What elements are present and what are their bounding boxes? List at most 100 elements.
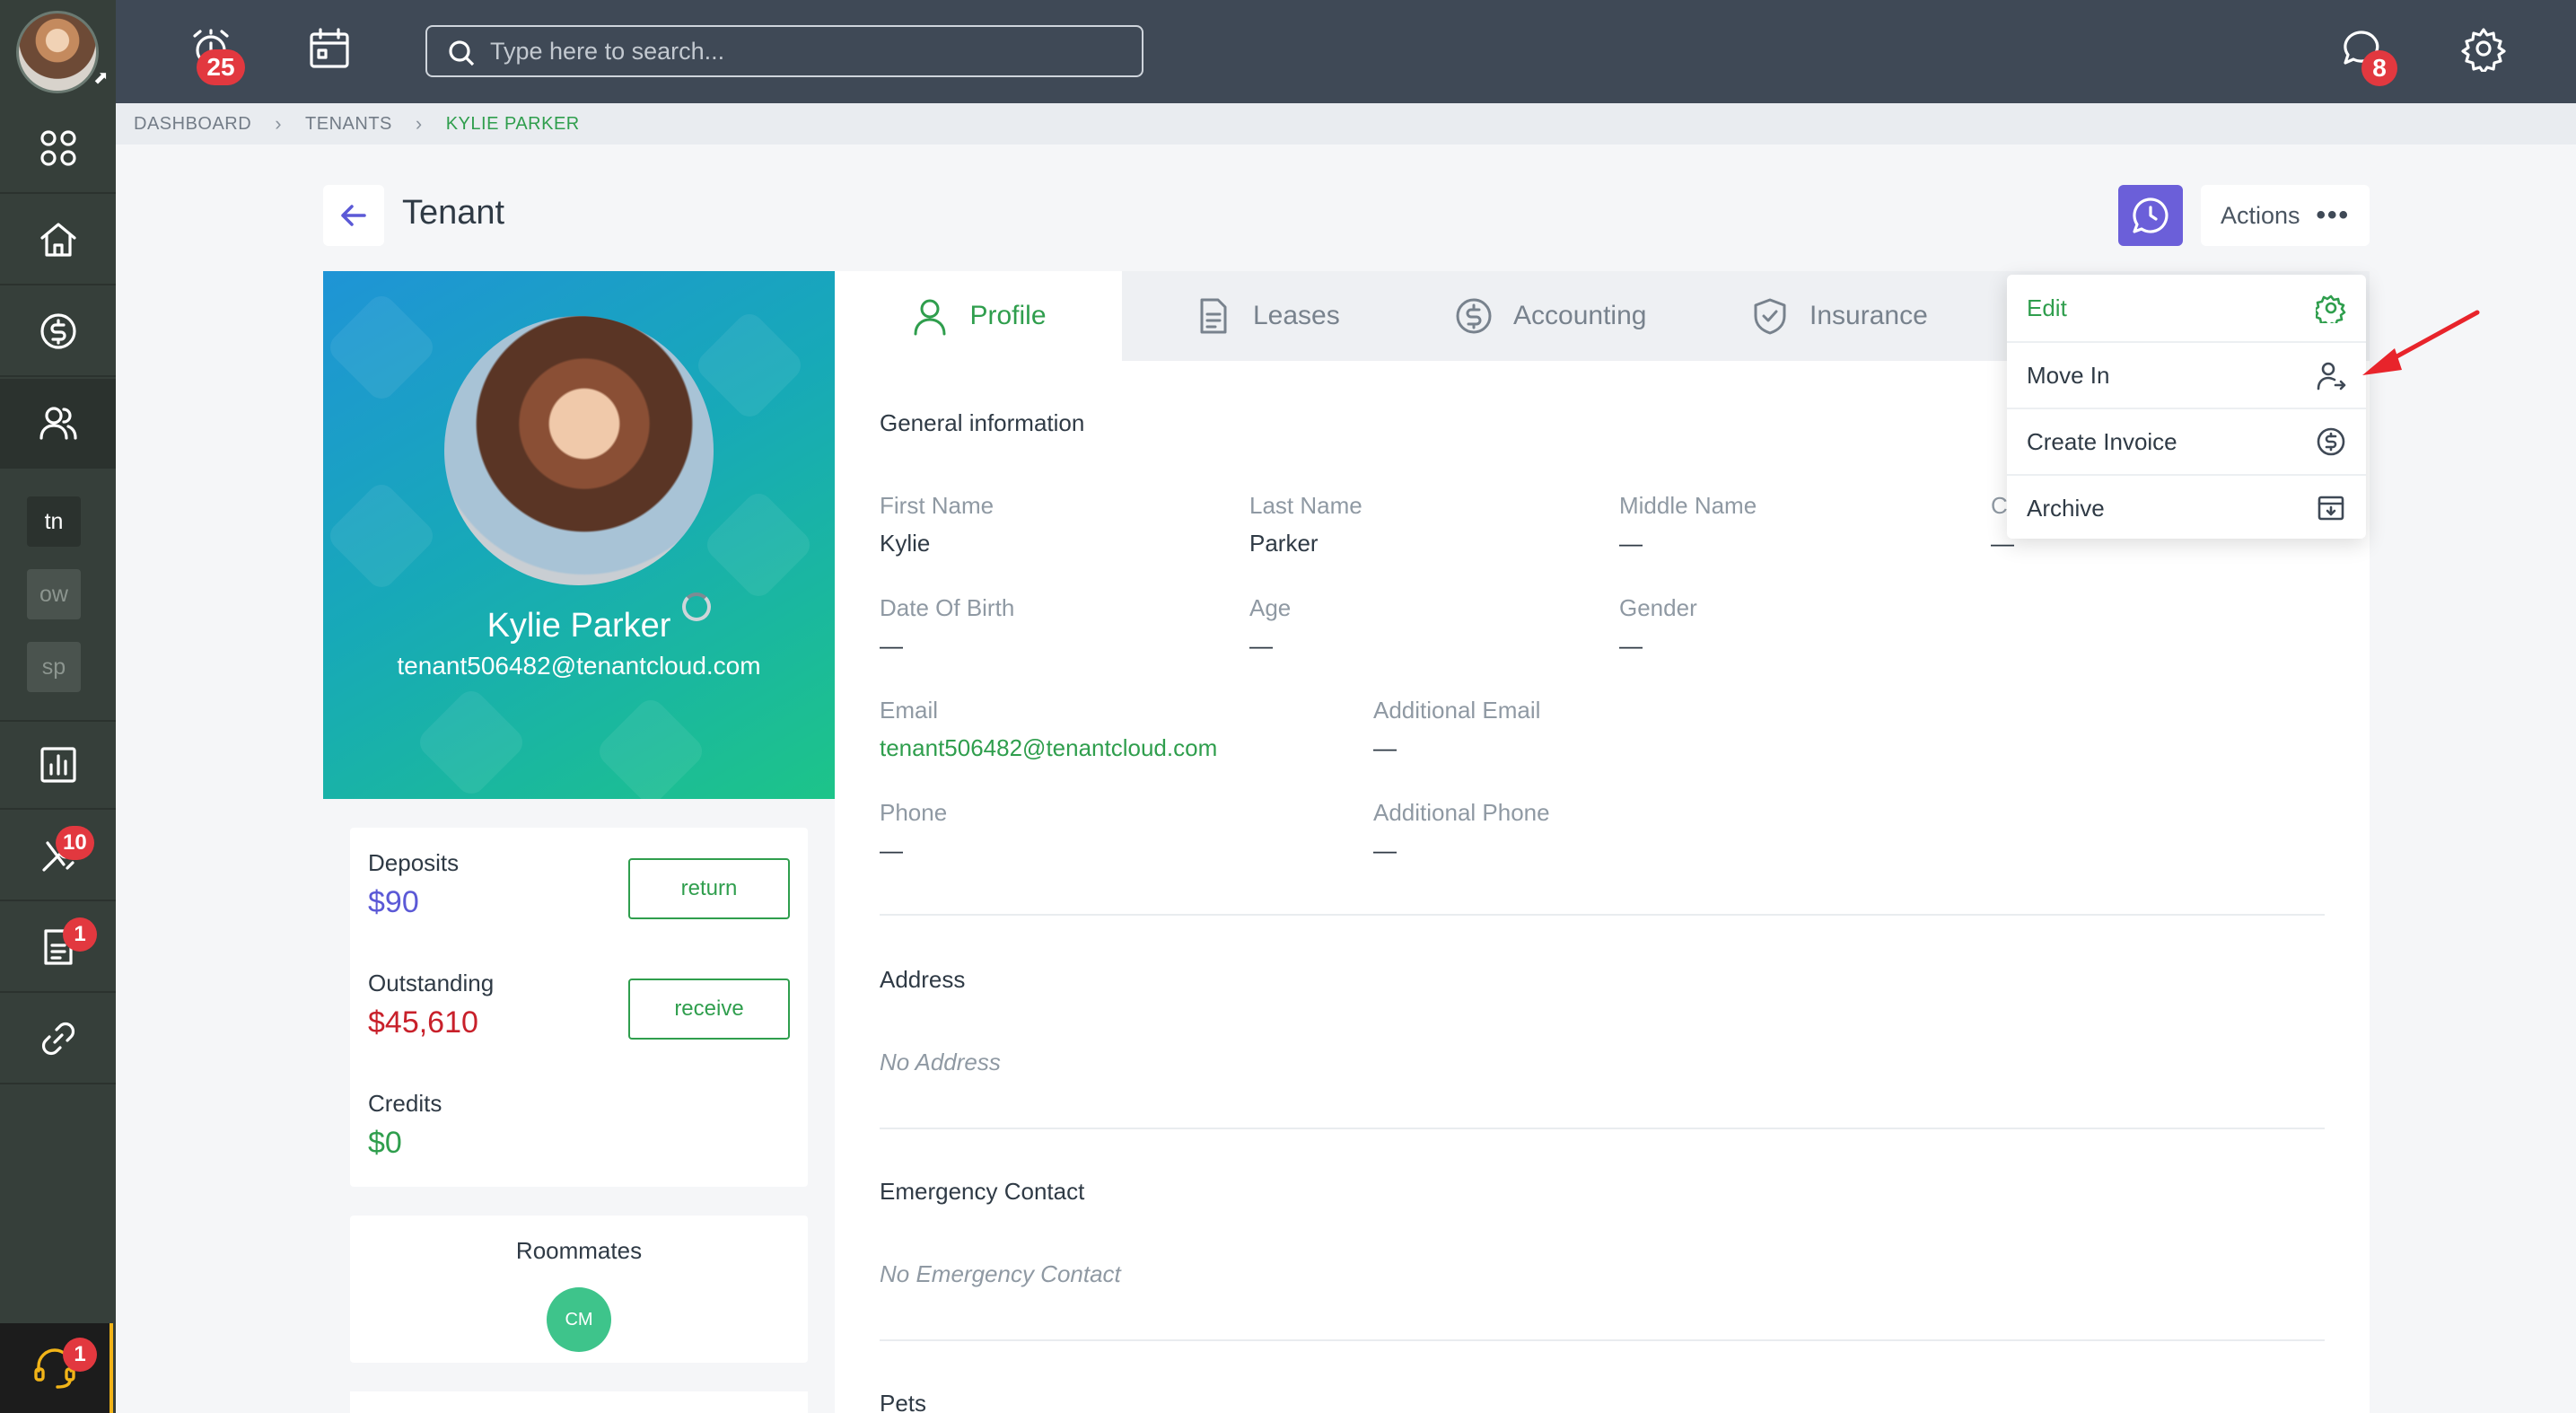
archive-box-icon (2318, 496, 2344, 521)
home-icon (39, 223, 76, 257)
middle-name-value: — (1619, 530, 1643, 557)
tab-profile-label: Profile (969, 301, 1047, 330)
return-button[interactable]: return (628, 858, 790, 919)
link-icon (41, 1022, 74, 1056)
gender-label: Gender (1619, 594, 1697, 621)
breadcrumb-dashboard[interactable]: DASHBOARD (134, 114, 251, 135)
calendar-icon (310, 28, 349, 68)
calendar-button[interactable] (306, 25, 356, 75)
menu-item-archive[interactable]: Archive (2007, 474, 2366, 540)
tenant-hero-card: Kylie Parker tenant506482@tenantcloud.co… (323, 271, 835, 799)
menu-item-move-in-label: Move In (2027, 361, 2110, 389)
credits-value: $0 (368, 1126, 402, 1160)
help-button[interactable] (0, 1323, 113, 1413)
rail-chip-sp[interactable]: sp (27, 642, 81, 692)
shield-check-icon (1754, 298, 1786, 335)
decor-shape (692, 308, 807, 423)
decor-shape (324, 478, 439, 593)
arrow-left-icon (341, 205, 366, 226)
search-input[interactable]: Type here to search... (425, 25, 1143, 77)
rail-item-links[interactable] (0, 995, 116, 1084)
rail-item-reports[interactable] (0, 720, 116, 810)
rail-chip-tn[interactable]: tn (27, 496, 81, 547)
menu-item-edit-label: Edit (2027, 294, 2067, 321)
rail-item-accounting[interactable] (0, 287, 116, 377)
search-icon (449, 40, 475, 66)
history-button[interactable] (2118, 185, 2183, 246)
address-empty: No Address (880, 1049, 1001, 1075)
tab-insurance[interactable]: Insurance (1750, 271, 1928, 361)
apps-grid-icon (39, 130, 76, 166)
decor-shape (414, 685, 529, 799)
menu-item-move-in[interactable]: Move In (2007, 341, 2366, 408)
menu-item-create-invoice[interactable]: Create Invoice (2007, 408, 2366, 474)
next-card (350, 1391, 808, 1413)
notifications-badge: 25 (197, 49, 245, 85)
decor-shape (701, 487, 816, 602)
annotation-arrow-icon (2362, 310, 2480, 375)
finance-card: Deposits $90 return Outstanding $45,610 … (350, 828, 808, 1187)
users-icon (39, 407, 77, 440)
address-title: Address (880, 966, 966, 993)
email-link[interactable]: tenant506482@tenantcloud.com (880, 734, 1217, 762)
documents-badge: 1 (63, 917, 97, 952)
help-badge: 1 (63, 1338, 97, 1372)
settings-button[interactable] (2460, 25, 2510, 75)
tab-leases[interactable]: Leases (1194, 271, 1340, 361)
rail-item-home[interactable] (0, 196, 116, 285)
tab-accounting-label: Accounting (1513, 301, 1647, 330)
gender-value: — (1619, 632, 1643, 659)
hidden-column-label: C (1991, 492, 2008, 519)
gear-icon (2461, 28, 2506, 75)
gear-icon (2316, 294, 2346, 323)
last-name-value: Parker (1249, 530, 1319, 557)
email-label: Email (880, 697, 939, 724)
actions-button[interactable]: Actions ••• (2201, 185, 2370, 246)
middle-name-label: Middle Name (1619, 492, 1757, 519)
messages-badge: 8 (2361, 50, 2397, 86)
receive-button[interactable]: receive (628, 979, 790, 1040)
back-button[interactable] (323, 185, 384, 246)
search-placeholder: Type here to search... (490, 37, 725, 65)
additional-phone-label: Additional Phone (1373, 799, 1550, 826)
general-info-title: General information (880, 409, 1085, 436)
decor-shape (324, 290, 439, 405)
roommates-title: Roommates (515, 1237, 643, 1264)
phone-label: Phone (880, 799, 948, 826)
rail-item-maintenance[interactable] (0, 812, 116, 901)
rail-item-users[interactable] (0, 379, 116, 469)
dob-value: — (880, 632, 903, 659)
tenant-photo[interactable] (444, 316, 714, 585)
last-name-label: Last Name (1249, 492, 1362, 519)
left-rail: ⬈ tn ow sp 10 1 1 (0, 0, 116, 1413)
emergency-title: Emergency Contact (880, 1178, 1085, 1205)
pets-title: Pets (880, 1390, 927, 1413)
credits-label: Credits (368, 1090, 442, 1117)
roommate-avatar[interactable]: CM (547, 1287, 611, 1352)
menu-item-create-invoice-label: Create Invoice (2027, 427, 2177, 455)
menu-item-archive-label: Archive (2027, 494, 2105, 522)
chevron-right-icon: › (275, 112, 283, 135)
actions-dropdown: Edit Move In Create Invoice Archive (2007, 275, 2366, 539)
outstanding-label: Outstanding (368, 970, 495, 996)
tab-accounting[interactable]: Accounting (1454, 271, 1646, 361)
chevron-right-icon: › (415, 112, 423, 135)
tab-insurance-label: Insurance (1809, 301, 1928, 330)
chart-icon (39, 747, 76, 783)
breadcrumb-current: KYLIE PARKER (445, 113, 580, 134)
age-label: Age (1249, 594, 1292, 621)
user-icon (914, 299, 946, 336)
dollar-circle-icon (39, 313, 76, 349)
menu-item-edit[interactable]: Edit (2007, 275, 2366, 341)
additional-phone-value: — (1373, 837, 1397, 864)
page-title: Tenant (402, 194, 505, 232)
user-avatar[interactable] (16, 11, 99, 93)
deposits-value: $90 (368, 885, 419, 919)
rail-chip-ow[interactable]: ow (27, 569, 81, 619)
dob-label: Date Of Birth (880, 594, 1015, 621)
breadcrumb-tenants[interactable]: TENANTS (305, 114, 392, 135)
rail-item-apps[interactable] (0, 104, 116, 194)
tab-leases-label: Leases (1253, 301, 1340, 330)
rail-item-documents[interactable] (0, 903, 116, 993)
tab-profile[interactable]: Profile (835, 271, 1122, 361)
